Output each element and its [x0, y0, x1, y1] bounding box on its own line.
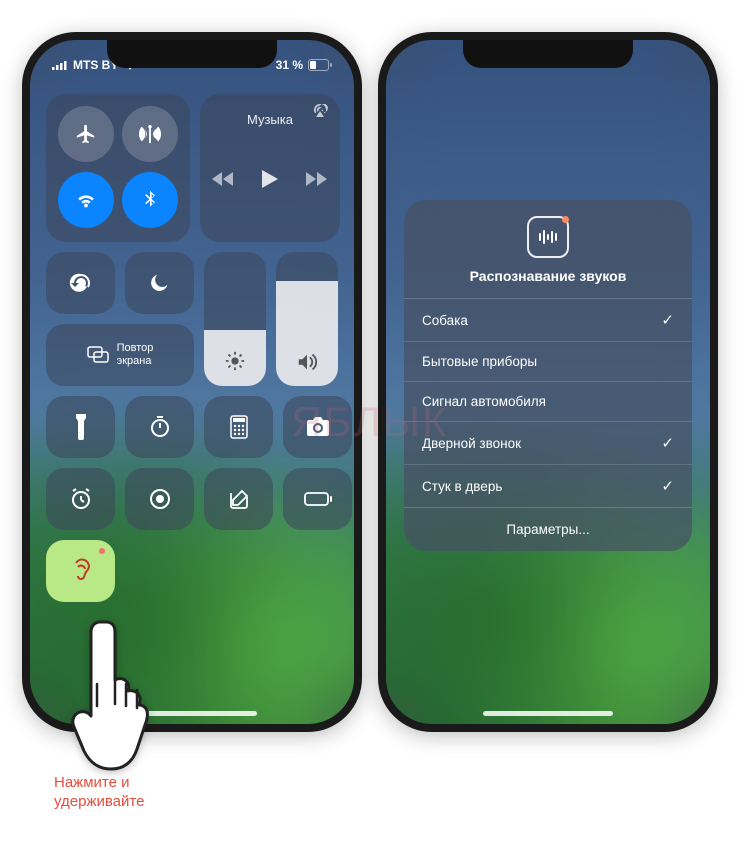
moon-icon — [149, 272, 171, 294]
check-icon: ✓ — [661, 477, 674, 495]
battery-percent-label: 31 % — [276, 58, 303, 72]
check-icon: ✓ — [661, 434, 674, 452]
music-app-label: Музыка — [212, 112, 328, 127]
sound-recognition-settings-button[interactable]: Параметры... — [404, 507, 692, 551]
screen-record-button[interactable] — [125, 468, 194, 530]
cellular-signal-icon — [52, 60, 68, 70]
battery-icon — [308, 59, 332, 71]
do-not-disturb-toggle[interactable] — [125, 252, 194, 314]
compose-icon — [228, 488, 250, 510]
alarm-button[interactable] — [46, 468, 115, 530]
calculator-icon — [230, 415, 248, 439]
antenna-icon — [139, 123, 161, 145]
calculator-button[interactable] — [204, 396, 273, 458]
next-track-button[interactable] — [306, 171, 328, 187]
brightness-slider[interactable] — [204, 252, 266, 386]
connectivity-panel[interactable] — [46, 94, 190, 242]
sound-recognition-item[interactable]: Стук в дверь ✓ — [404, 465, 692, 507]
volume-icon — [296, 352, 318, 372]
sound-recognition-item-label: Стук в дверь — [422, 479, 502, 494]
sound-recognition-item[interactable]: Собака ✓ — [404, 299, 692, 342]
play-button[interactable] — [262, 170, 278, 188]
low-power-mode-button[interactable] — [283, 468, 352, 530]
cellular-data-toggle[interactable] — [122, 106, 178, 162]
ear-icon — [68, 557, 94, 585]
sound-recognition-item-label: Собака — [422, 313, 468, 328]
sound-recognition-item-label: Сигнал автомобиля — [422, 394, 546, 409]
pointing-hand-illustration — [68, 614, 158, 774]
rotation-lock-icon — [69, 271, 93, 295]
alarm-icon — [69, 487, 93, 511]
airplane-mode-toggle[interactable] — [58, 106, 114, 162]
notification-dot — [99, 548, 105, 554]
check-icon: ✓ — [661, 311, 674, 329]
orientation-lock-toggle[interactable] — [46, 252, 115, 314]
flashlight-button[interactable] — [46, 396, 115, 458]
wifi-toggle[interactable] — [58, 172, 114, 228]
music-panel[interactable]: Музыка — [200, 94, 340, 242]
screen-mirroring-label-2: экрана — [117, 355, 154, 368]
sound-recognition-button[interactable] — [46, 540, 115, 602]
notch — [107, 40, 277, 68]
airplay-icon — [312, 104, 328, 118]
sound-recognition-item[interactable]: Дверной звонок ✓ — [404, 422, 692, 465]
volume-slider[interactable] — [276, 252, 338, 386]
sound-recognition-item-label: Дверной звонок — [422, 436, 521, 451]
timer-button[interactable] — [125, 396, 194, 458]
screen-mirroring-icon — [87, 346, 109, 364]
battery-outline-icon — [304, 492, 332, 506]
screen-sound-recognition: Распознавание звуков Собака ✓ Бытовые приб… — [386, 40, 710, 724]
sound-recognition-icon — [527, 216, 569, 258]
timer-icon — [148, 415, 172, 439]
record-icon — [148, 487, 172, 511]
screen-mirroring-label-1: Повтор — [117, 342, 154, 355]
camera-icon — [306, 417, 330, 437]
brightness-icon — [224, 350, 246, 372]
sound-recognition-item[interactable]: Бытовые приборы — [404, 342, 692, 382]
previous-track-button[interactable] — [212, 171, 234, 187]
sound-recognition-title: Распознавание звуков — [470, 268, 627, 284]
flashlight-icon — [74, 414, 88, 440]
notch — [463, 40, 633, 68]
home-indicator[interactable] — [483, 711, 613, 716]
sound-recognition-item-label: Бытовые приборы — [422, 354, 537, 369]
screen-mirroring-button[interactable]: Повтор экрана — [46, 324, 194, 386]
sound-recognition-item[interactable]: Сигнал автомобиля — [404, 382, 692, 422]
press-and-hold-hint: Нажмите и удерживайте — [54, 774, 144, 812]
notes-button[interactable] — [204, 468, 273, 530]
bluetooth-toggle[interactable] — [122, 172, 178, 228]
iphone-right: Распознавание звуков Собака ✓ Бытовые приб… — [378, 32, 718, 732]
bluetooth-icon — [140, 189, 160, 211]
camera-button[interactable] — [283, 396, 352, 458]
airplane-icon — [75, 123, 97, 145]
wifi-icon — [75, 189, 97, 211]
sound-recognition-panel: Распознавание звуков Собака ✓ Бытовые приб… — [404, 200, 692, 551]
